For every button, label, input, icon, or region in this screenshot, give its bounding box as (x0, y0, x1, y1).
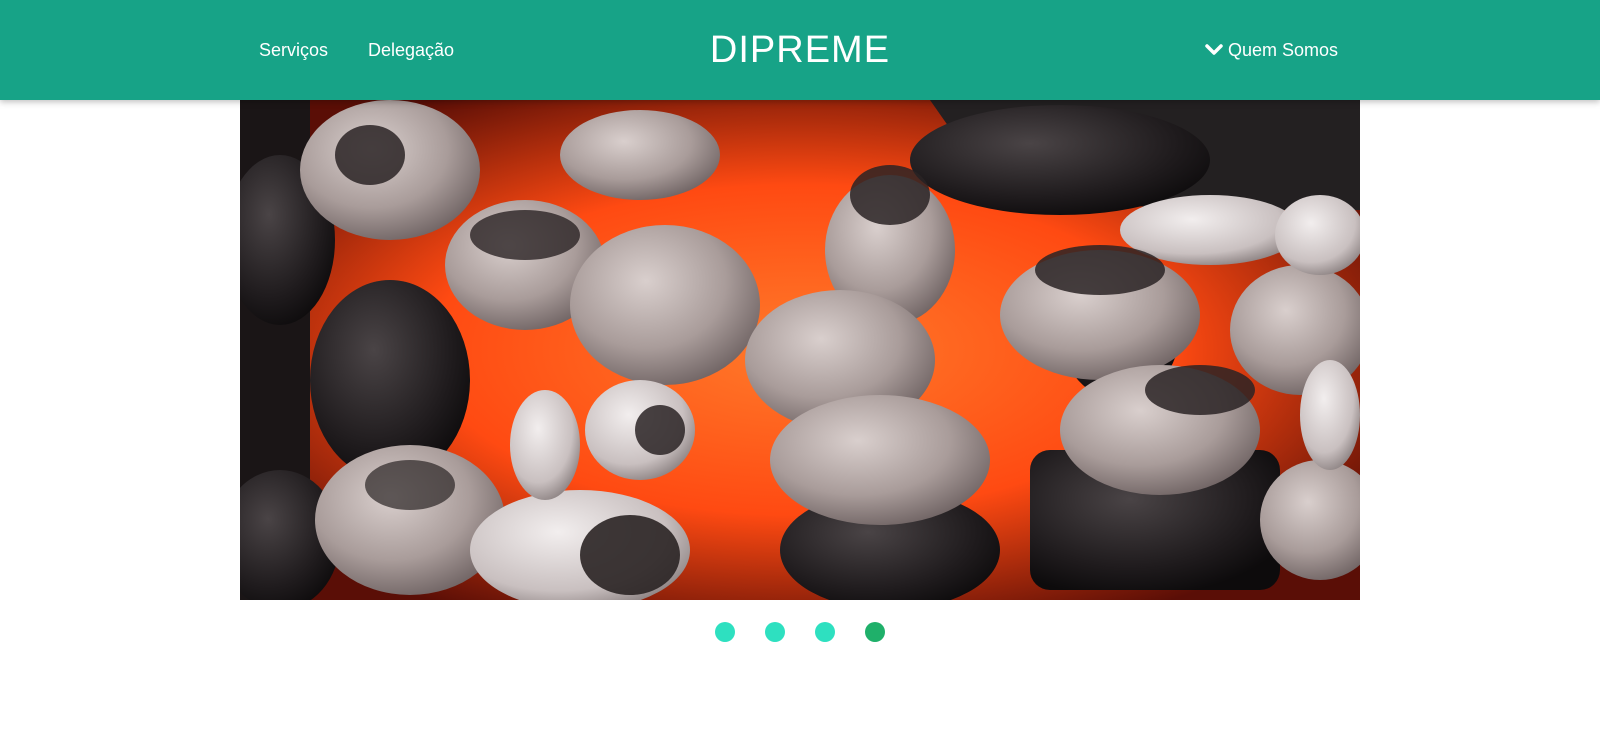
top-navigation-bar: Serviços Delegação DIPREME Quem Somos (0, 0, 1600, 100)
slider-dot-2[interactable] (765, 622, 785, 642)
quem-somos-menu[interactable]: Quem Somos (1205, 38, 1338, 62)
slider-dot-3[interactable] (815, 622, 835, 642)
site-brand: DIPREME (709, 29, 891, 71)
image-slider (240, 100, 1360, 600)
slider-dot-4[interactable] (865, 622, 885, 642)
chevron-down-icon (1205, 44, 1223, 55)
nav-link-delegacao[interactable]: Delegação (368, 38, 454, 62)
slider-pagination (0, 622, 1600, 642)
quem-somos-label: Quem Somos (1228, 40, 1339, 60)
slider-dot-1[interactable] (715, 622, 735, 642)
nav-link-servicos[interactable]: Serviços (259, 38, 328, 62)
charcoal-embers-image (240, 100, 1360, 600)
